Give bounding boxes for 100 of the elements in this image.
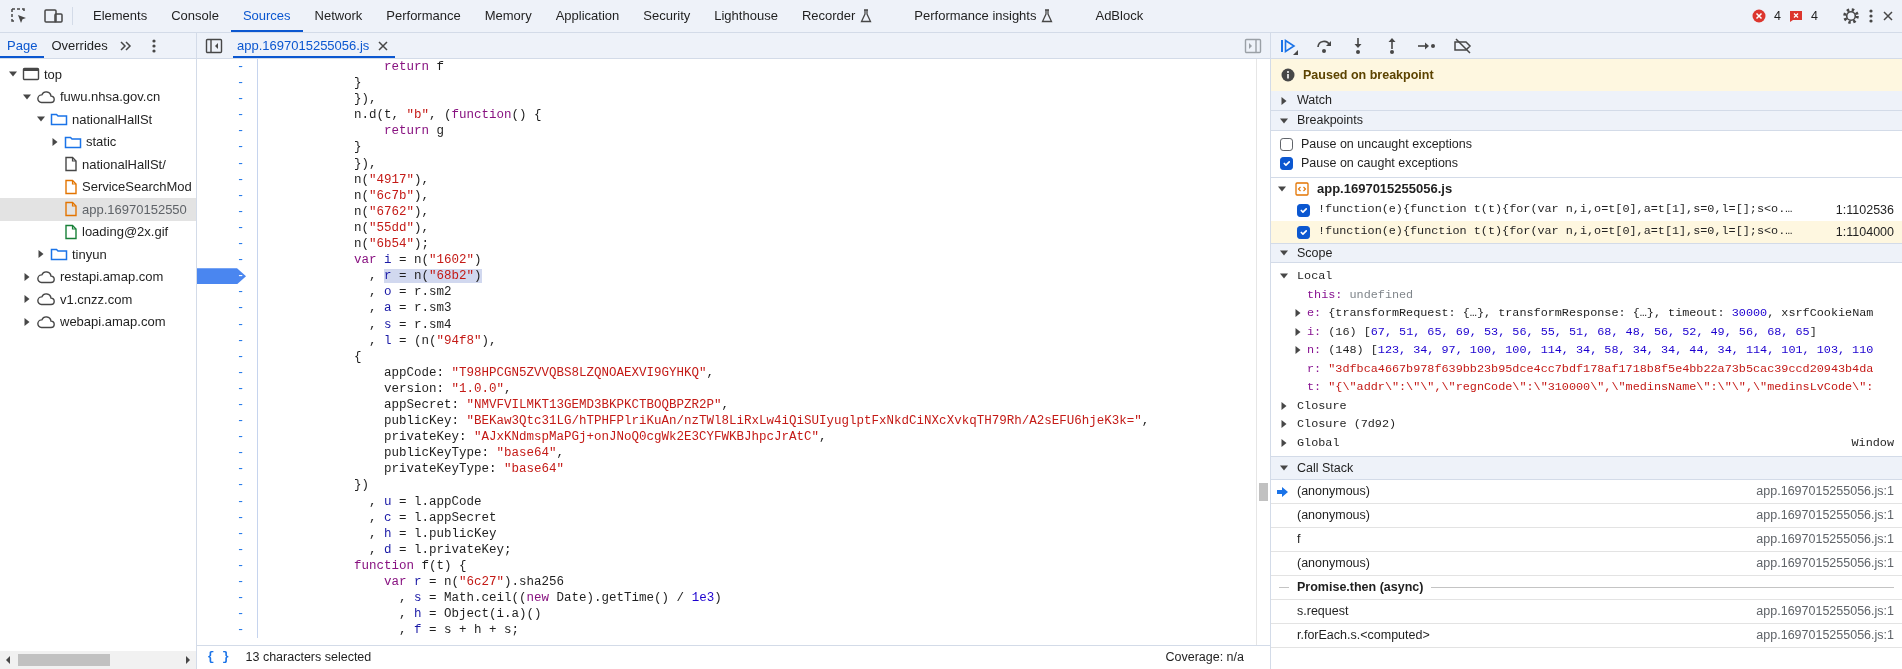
- tree-item[interactable]: nationalHallSt: [0, 108, 196, 131]
- line-number[interactable]: -: [237, 429, 245, 446]
- line-number[interactable]: -: [237, 348, 245, 365]
- checkbox[interactable]: [1280, 157, 1293, 170]
- line-number[interactable]: -: [237, 219, 245, 237]
- caret-icon[interactable]: [1279, 463, 1289, 473]
- caret-icon[interactable]: [36, 249, 46, 260]
- checkbox[interactable]: [1297, 203, 1310, 217]
- tree-item[interactable]: fuwu.nhsa.gov.cn: [0, 85, 196, 108]
- more-icon[interactable]: [150, 37, 157, 54]
- panel-tab[interactable]: AdBlock: [1083, 0, 1156, 32]
- line-number[interactable]: -: [237, 493, 245, 510]
- breakpoint-row[interactable]: !function(e){function t(t){for(var n,i,o=t[0],a=t[1],s=0,l=[];s<o.… 1:1104000: [1271, 221, 1902, 243]
- line-number[interactable]: -: [237, 380, 245, 397]
- panel-tab[interactable]: Recorder: [789, 0, 903, 32]
- deactivate-breakpoints-icon[interactable]: [1453, 36, 1473, 55]
- settings-icon[interactable]: [1842, 7, 1860, 25]
- panel-tab[interactable]: Sources: [230, 0, 303, 32]
- line-number[interactable]: -: [237, 590, 245, 607]
- issue-icon[interactable]: [1789, 9, 1804, 23]
- caret-icon[interactable]: [1279, 400, 1289, 411]
- file-tab[interactable]: app.1697015255056.js: [233, 33, 396, 58]
- call-frame[interactable]: (anonymous) app.1697015255056.js:1: [1271, 480, 1902, 504]
- caret-icon[interactable]: [22, 316, 32, 327]
- tree-item[interactable]: nationalHallSt/: [0, 153, 196, 176]
- line-number[interactable]: -: [237, 91, 245, 108]
- sidebar-toggle-icon[interactable]: [205, 36, 223, 55]
- caret-icon[interactable]: [1279, 248, 1289, 258]
- scroll-right-icon[interactable]: [184, 655, 192, 665]
- line-number[interactable]: -: [237, 59, 245, 76]
- line-number[interactable]: -: [237, 300, 245, 317]
- line-number[interactable]: -: [237, 574, 245, 591]
- tree-item[interactable]: static: [0, 130, 196, 153]
- inspect-icon[interactable]: [10, 7, 28, 25]
- tree-item[interactable]: restapi.amap.com: [0, 265, 196, 288]
- line-number[interactable]: -: [237, 396, 245, 414]
- checkbox[interactable]: [1297, 225, 1310, 239]
- line-number[interactable]: -: [237, 413, 245, 430]
- panel-tab[interactable]: Security: [631, 0, 703, 32]
- tree-item[interactable]: loading@2x.gif: [0, 220, 196, 243]
- caret-icon[interactable]: [1279, 437, 1289, 448]
- tree-item[interactable]: ServiceSearchMod: [0, 175, 196, 198]
- caret-icon[interactable]: [22, 294, 32, 305]
- error-icon[interactable]: [1752, 9, 1767, 23]
- section-header[interactable]: Scope: [1271, 243, 1902, 263]
- navigator-tab[interactable]: Page: [0, 33, 45, 58]
- section-header[interactable]: Call Stack: [1271, 456, 1902, 480]
- breakpoint-marker[interactable]: -: [197, 268, 246, 285]
- navigator-tab[interactable]: Overrides: [44, 33, 115, 58]
- tree-item[interactable]: v1.cnzz.com: [0, 288, 196, 311]
- call-frame[interactable]: r.forEach.s.<computed> app.1697015255056.js:1: [1271, 624, 1902, 648]
- line-number[interactable]: -: [237, 316, 245, 333]
- call-frame[interactable]: (anonymous) app.1697015255056.js:1: [1271, 504, 1902, 528]
- line-number[interactable]: -: [237, 236, 245, 253]
- caret-icon[interactable]: [1279, 419, 1289, 430]
- panel-tab[interactable]: Memory: [472, 0, 544, 32]
- panel-tab[interactable]: Performance insights: [902, 0, 1084, 32]
- line-number[interactable]: -: [237, 445, 245, 462]
- panel-tab[interactable]: Network: [302, 0, 375, 32]
- tree-item[interactable]: webapi.amap.com: [0, 310, 196, 333]
- tree-item[interactable]: tinyun: [0, 243, 196, 266]
- close-icon[interactable]: [377, 39, 390, 52]
- caret-icon[interactable]: [22, 271, 32, 282]
- line-number[interactable]: -: [237, 75, 245, 92]
- tree-item[interactable]: app.16970152550: [0, 198, 196, 221]
- scroll-left-icon[interactable]: [4, 655, 12, 665]
- line-number[interactable]: -: [237, 123, 245, 140]
- line-number[interactable]: -: [237, 332, 245, 349]
- line-number[interactable]: -: [237, 622, 245, 639]
- line-number[interactable]: -: [237, 187, 245, 204]
- panel-tab[interactable]: Performance: [374, 0, 473, 32]
- line-number[interactable]: -: [237, 171, 245, 188]
- panel-tab[interactable]: Lighthouse: [702, 0, 790, 32]
- line-number[interactable]: -: [237, 477, 245, 494]
- section-header[interactable]: Breakpoints: [1271, 111, 1902, 131]
- call-frame[interactable]: s.request app.1697015255056.js:1: [1271, 600, 1902, 624]
- close-icon[interactable]: [1882, 10, 1894, 22]
- line-number[interactable]: -: [237, 139, 245, 156]
- caret-icon[interactable]: [1293, 308, 1303, 319]
- breakpoint-row[interactable]: !function(e){function t(t){for(var n,i,o=t[0],a=t[1],s=0,l=[];s<o.… 1:1102536: [1271, 199, 1902, 221]
- panel-tab[interactable]: Console: [159, 0, 231, 32]
- caret-icon[interactable]: [1293, 345, 1303, 356]
- line-number[interactable]: -: [237, 525, 245, 542]
- device-icon[interactable]: [44, 7, 64, 25]
- line-number[interactable]: -: [237, 461, 245, 478]
- caret-icon[interactable]: [50, 136, 60, 147]
- line-number[interactable]: -: [237, 203, 245, 220]
- line-number[interactable]: -: [237, 107, 245, 124]
- line-number[interactable]: -: [237, 557, 245, 574]
- panel-tab[interactable]: Elements: [81, 0, 160, 32]
- line-number[interactable]: -: [237, 606, 245, 623]
- more-icon[interactable]: [1868, 8, 1874, 24]
- scrollbar-thumb[interactable]: [1259, 483, 1268, 501]
- line-number[interactable]: -: [237, 284, 245, 301]
- pretty-print-icon[interactable]: { }: [207, 648, 230, 667]
- panel-tab[interactable]: Application: [543, 0, 632, 32]
- line-number[interactable]: -: [237, 364, 245, 381]
- section-header[interactable]: Watch: [1271, 91, 1902, 111]
- panel-toggle-icon[interactable]: [1244, 36, 1262, 55]
- caret-icon[interactable]: [1293, 326, 1303, 337]
